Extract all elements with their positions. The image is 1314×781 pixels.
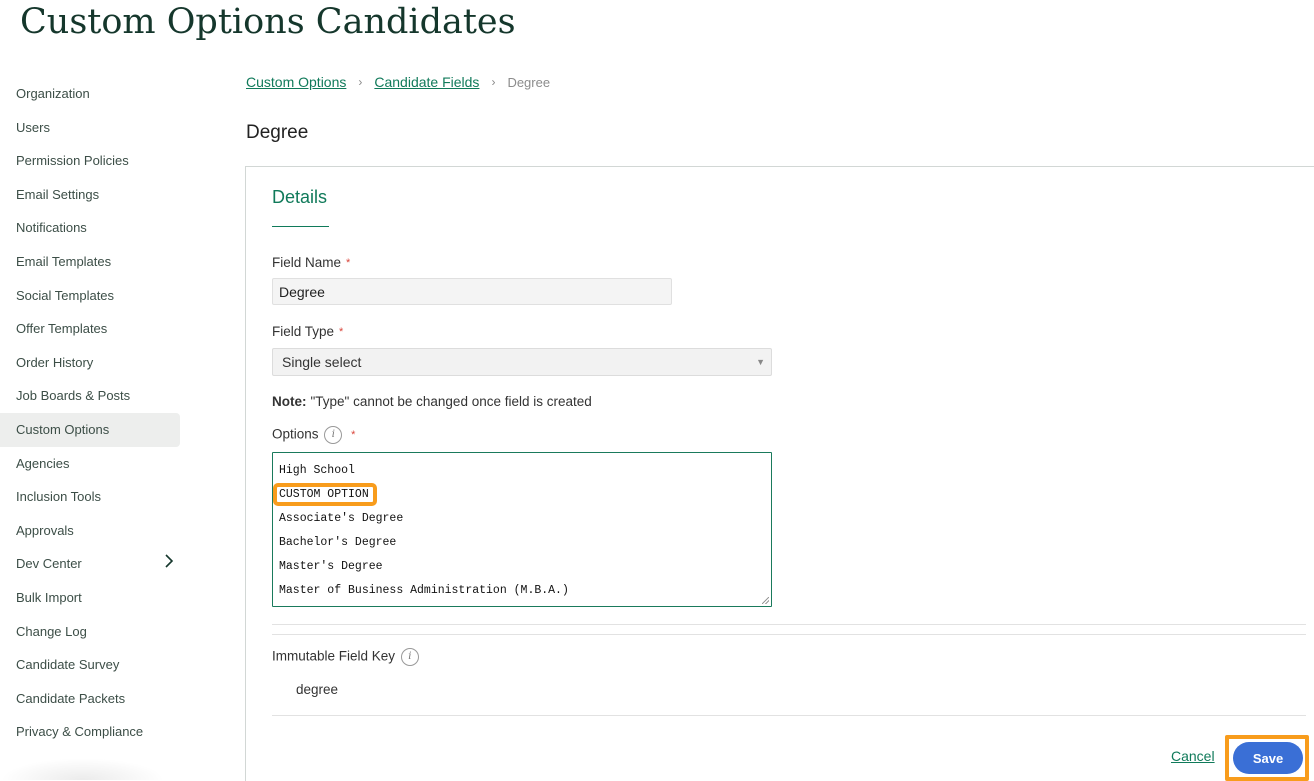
sidebar-item-dev-center[interactable]: Dev Center bbox=[0, 547, 180, 581]
field-name-label: Field Name * bbox=[272, 255, 350, 270]
option-text: Bachelor's Degree bbox=[279, 536, 397, 549]
divider bbox=[272, 624, 1306, 625]
field-type-note: Note: "Type" cannot be changed once field… bbox=[272, 394, 592, 409]
sidebar-item-permission-policies[interactable]: Permission Policies bbox=[0, 144, 180, 178]
sidebar-item-label: Privacy & Compliance bbox=[16, 724, 144, 740]
chevron-right-icon[interactable] bbox=[164, 547, 174, 581]
options-label: Options i * bbox=[272, 426, 355, 444]
details-title: Details bbox=[272, 187, 328, 207]
sidebar-item-agencies[interactable]: Agencies bbox=[0, 447, 180, 481]
option-line: Bachelor's Degree bbox=[273, 531, 771, 555]
info-icon[interactable]: i bbox=[400, 648, 419, 666]
resize-handle-icon[interactable] bbox=[762, 597, 769, 604]
note-label: Note: bbox=[272, 394, 307, 409]
sidebar-item-label: Offer Templates bbox=[16, 321, 108, 337]
divider bbox=[272, 715, 1306, 716]
cancel-button[interactable]: Cancel bbox=[1171, 748, 1215, 764]
sidebar-item-users[interactable]: Users bbox=[0, 111, 180, 145]
sidebar-item-label: Custom Options bbox=[16, 421, 110, 437]
sidebar-item-label: Inclusion Tools bbox=[16, 489, 102, 505]
options-label-text: Options bbox=[272, 426, 319, 442]
sidebar-item-privacy-compliance[interactable]: Privacy & Compliance bbox=[0, 715, 180, 749]
field-name-label-text: Field Name bbox=[272, 255, 342, 270]
note-text: "Type" cannot be changed once field is c… bbox=[310, 394, 592, 409]
option-line-highlighted: CUSTOM OPTION bbox=[273, 483, 771, 507]
sidebar-item-label: Social Templates bbox=[16, 287, 115, 303]
sidebar-shadow bbox=[0, 758, 165, 780]
breadcrumb-link-candidate-fields[interactable]: Candidate Fields bbox=[374, 74, 479, 90]
option-line: High School bbox=[273, 459, 771, 483]
options-textarea[interactable]: High School CUSTOM OPTION Associate's De… bbox=[272, 452, 772, 607]
sidebar-item-label: Users bbox=[16, 119, 50, 135]
option-line: Master's Degree bbox=[273, 555, 771, 579]
breadcrumb-link-custom-options[interactable]: Custom Options bbox=[246, 74, 346, 90]
sidebar-item-label: Job Boards & Posts bbox=[16, 388, 131, 404]
sidebar-item-inclusion-tools[interactable]: Inclusion Tools bbox=[0, 480, 180, 514]
option-text: Master's Degree bbox=[279, 560, 383, 573]
required-marker: * bbox=[351, 428, 356, 441]
sidebar-item-order-history[interactable]: Order History bbox=[0, 346, 180, 380]
sidebar-item-label: Permission Policies bbox=[16, 153, 129, 169]
option-text: High School bbox=[279, 464, 355, 477]
required-marker: * bbox=[346, 257, 351, 269]
sidebar-item-label: Candidate Packets bbox=[16, 690, 126, 706]
save-button[interactable]: Save bbox=[1233, 742, 1303, 774]
sidebar-item-label: Email Templates bbox=[16, 253, 112, 269]
sidebar-item-email-settings[interactable]: Email Settings bbox=[0, 178, 180, 212]
sidebar-item-change-log[interactable]: Change Log bbox=[0, 615, 180, 649]
sidebar-item-label: Email Settings bbox=[16, 186, 100, 202]
field-type-select[interactable]: Single select ▼ bbox=[272, 348, 772, 376]
option-text: Associate's Degree bbox=[279, 512, 404, 525]
sidebar-item-label: Candidate Survey bbox=[16, 657, 120, 673]
sidebar-item-job-boards-posts[interactable]: Job Boards & Posts bbox=[0, 379, 180, 413]
sidebar-item-label: Organization bbox=[16, 86, 90, 101]
immutable-key-value: degree bbox=[296, 682, 339, 697]
sidebar-item-label: Agencies bbox=[16, 455, 70, 471]
required-marker: * bbox=[339, 326, 344, 338]
sidebar-item-label: Bulk Import bbox=[16, 589, 82, 605]
sidebar-item-candidate-packets[interactable]: Candidate Packets bbox=[0, 682, 180, 716]
breadcrumb-separator-icon: › bbox=[491, 75, 496, 89]
sidebar-item-candidate-survey[interactable]: Candidate Survey bbox=[0, 648, 180, 682]
option-text: CUSTOM OPTION bbox=[273, 483, 377, 506]
save-button-highlight: Save bbox=[1225, 735, 1309, 781]
sidebar-item-bulk-import[interactable]: Bulk Import bbox=[0, 581, 180, 615]
sidebar-item-organization[interactable]: Organization bbox=[0, 77, 180, 111]
sidebar-item-notifications[interactable]: Notifications bbox=[0, 211, 180, 245]
field-type-selected-value: Single select bbox=[282, 354, 362, 370]
sidebar-item-approvals[interactable]: Approvals bbox=[0, 514, 180, 548]
breadcrumb: Custom Options › Candidate Fields › Degr… bbox=[246, 74, 550, 90]
divider bbox=[272, 634, 1306, 635]
section-heading: Degree bbox=[246, 122, 309, 143]
sidebar-item-label: Order History bbox=[16, 354, 94, 370]
sidebar-item-email-templates[interactable]: Email Templates bbox=[0, 245, 180, 279]
field-name-input[interactable] bbox=[272, 278, 672, 305]
dropdown-arrow-icon: ▼ bbox=[756, 357, 765, 367]
immutable-key-label-text: Immutable Field Key bbox=[272, 648, 396, 664]
sidebar-item-custom-options[interactable]: Custom Options bbox=[0, 412, 180, 447]
sidebar-item-label: Notifications bbox=[16, 220, 87, 236]
details-underline bbox=[272, 226, 329, 227]
sidebar-item-offer-templates[interactable]: Offer Templates bbox=[0, 312, 180, 346]
info-icon[interactable]: i bbox=[324, 426, 343, 444]
sidebar-item-social-templates[interactable]: Social Templates bbox=[0, 279, 180, 313]
page-title: Custom Options Candidates bbox=[20, 2, 516, 42]
field-type-label-text: Field Type bbox=[272, 324, 335, 339]
option-line: Master of Business Administration (M.B.A… bbox=[273, 579, 771, 603]
sidebar-item-label: Approvals bbox=[16, 522, 74, 538]
immutable-key-label: Immutable Field Key i bbox=[272, 648, 419, 666]
sidebar-nav: Organization Users Permission Policies E… bbox=[0, 77, 180, 749]
option-text: Master of Business Administration (M.B.A… bbox=[279, 584, 569, 597]
breadcrumb-current: Degree bbox=[507, 74, 551, 90]
sidebar-item-label: Change Log bbox=[16, 623, 87, 639]
breadcrumb-separator-icon: › bbox=[358, 75, 363, 89]
field-type-label: Field Type * bbox=[272, 324, 343, 339]
details-card: Details Field Name * Field Type * Single s… bbox=[245, 166, 1314, 781]
option-line: Associate's Degree bbox=[273, 507, 771, 531]
sidebar-item-label: Dev Center bbox=[16, 556, 82, 572]
